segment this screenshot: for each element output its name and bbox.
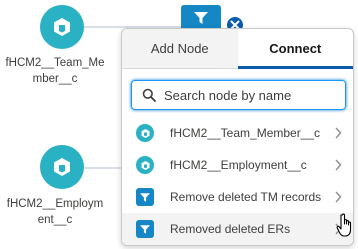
list-item[interactable]: Removed deleted ERs — [122, 213, 353, 245]
node-object-icon[interactable] — [40, 145, 84, 189]
search-icon — [142, 88, 156, 102]
node-label: fHCM2__Employment__c — [6, 198, 104, 226]
filter-icon — [136, 220, 154, 238]
connector-line — [84, 167, 124, 169]
node-object-icon[interactable] — [40, 5, 84, 49]
tab-add-node[interactable]: Add Node — [122, 29, 238, 68]
object-icon — [136, 156, 154, 174]
list-item[interactable]: fHCM2__Employment__c — [122, 149, 353, 181]
filter-icon — [194, 12, 208, 24]
tab-connect[interactable]: Connect — [237, 29, 354, 69]
chevron-right-icon — [335, 191, 342, 203]
object-icon — [136, 124, 154, 142]
node-label: fHCM2__Team_Member__c — [5, 57, 105, 85]
filter-icon — [136, 188, 154, 206]
list-item-label: Remove deleted TM records — [170, 190, 322, 204]
list-item[interactable]: Remove deleted TM records — [122, 181, 353, 213]
list-item[interactable]: fHCM2__Team_Member__c — [122, 117, 353, 149]
object-icon — [54, 18, 70, 36]
search-box[interactable] — [131, 80, 346, 110]
connect-popover: Add Node Connect fHCM2__Team_Member__c f… — [121, 28, 354, 246]
list-item-label: fHCM2__Employment__c — [170, 158, 307, 172]
list-item-label: fHCM2__Team_Member__c — [170, 126, 321, 140]
node-list: fHCM2__Team_Member__c fHCM2__Employment_… — [122, 117, 353, 245]
search-input[interactable] — [164, 87, 334, 103]
object-icon — [54, 158, 70, 176]
chevron-right-icon — [335, 127, 342, 139]
hand-cursor-icon — [336, 213, 352, 237]
chevron-right-icon — [335, 159, 342, 171]
popover-tabs: Add Node Connect — [122, 29, 353, 69]
list-item-label: Removed deleted ERs — [170, 222, 291, 236]
